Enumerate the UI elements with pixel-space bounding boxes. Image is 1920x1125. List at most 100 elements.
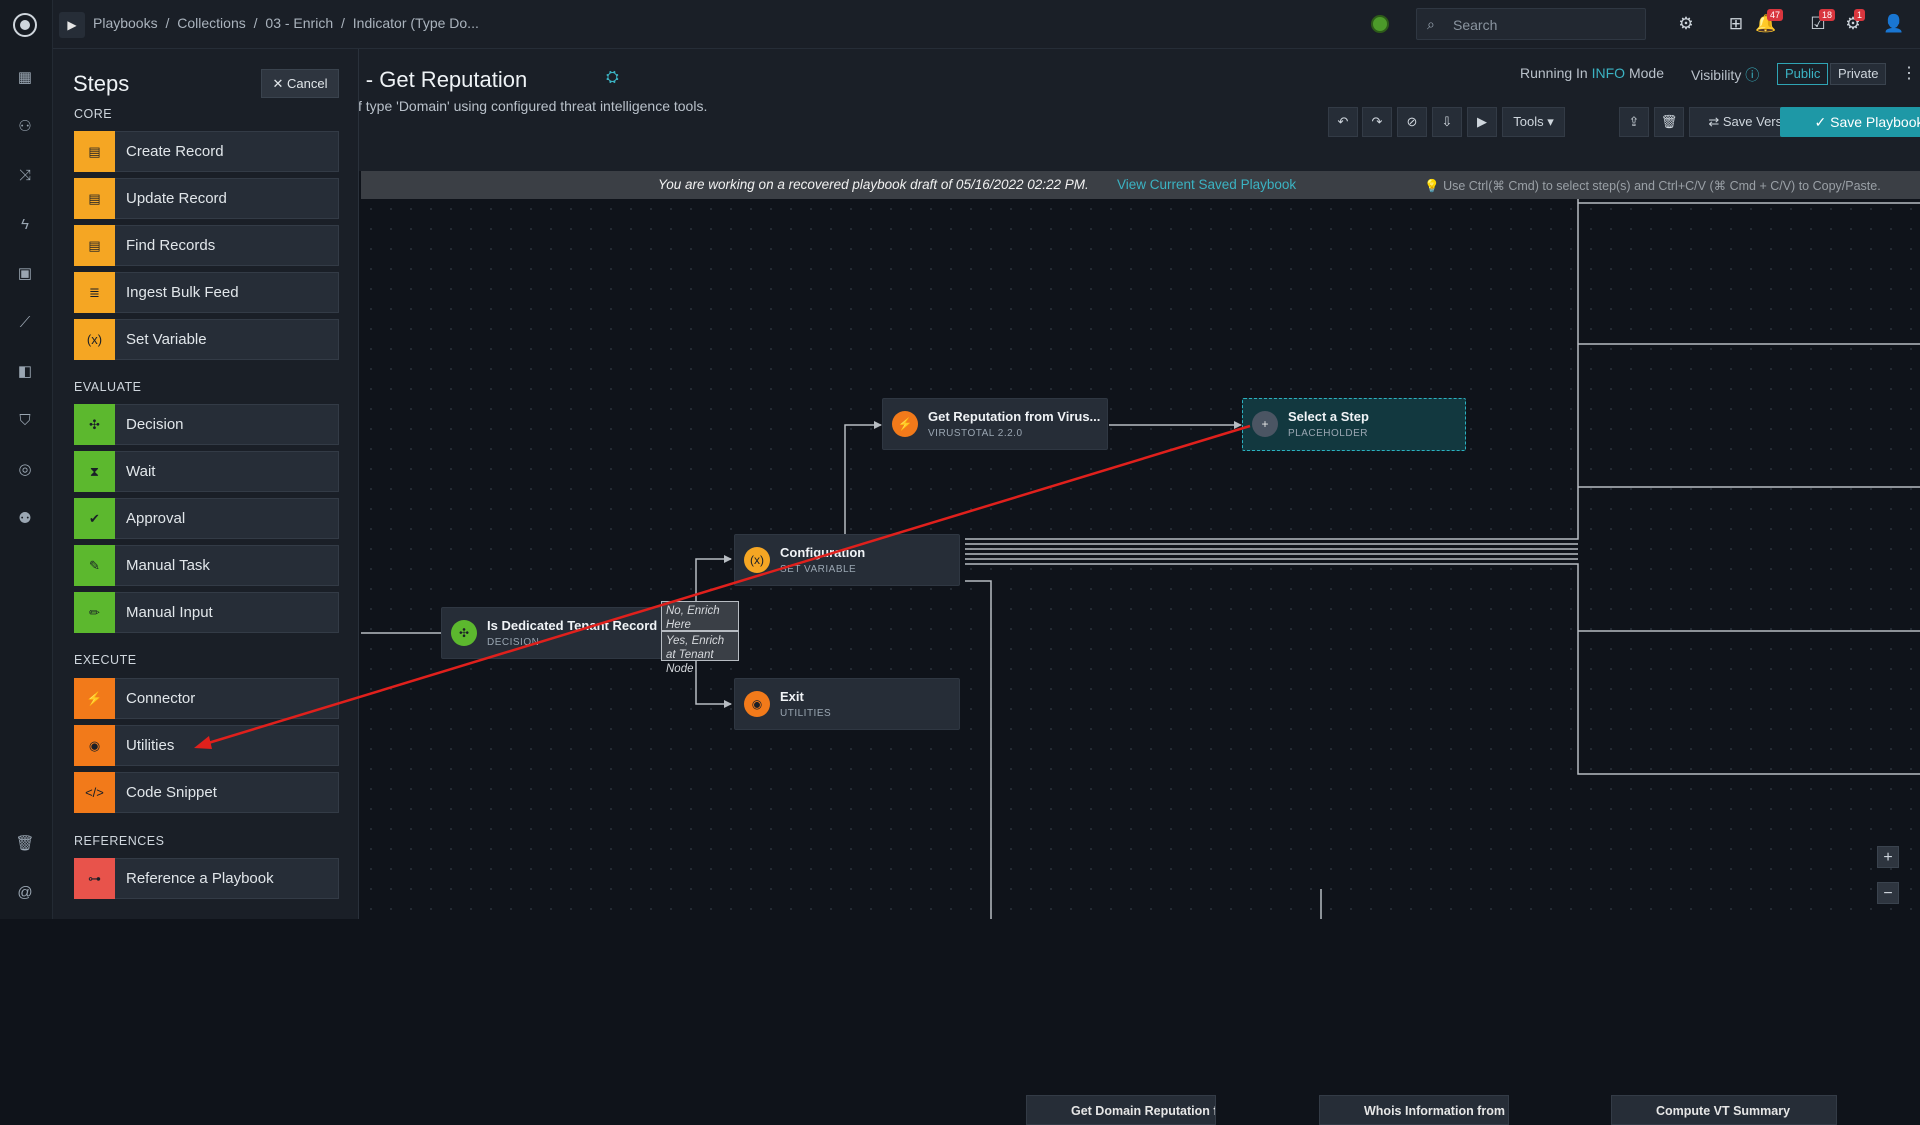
visibility-public-button[interactable]: Public — [1777, 63, 1829, 85]
pencil-icon: ✏ — [74, 592, 115, 633]
breadcrumb-separator: / — [165, 15, 170, 31]
node-exit-sub: UTILITIES — [780, 708, 832, 719]
save-playbook-button[interactable]: ✓ Save Playbook — [1780, 107, 1920, 137]
align-icon[interactable]: ⇩ — [1432, 107, 1462, 137]
step-manual-task[interactable]: ✎ Manual Task — [74, 545, 339, 586]
lightbulb-icon: 💡 — [1424, 179, 1440, 193]
visibility-private-button[interactable]: Private — [1830, 63, 1887, 85]
hide-icon[interactable]: ⊘ — [1397, 107, 1427, 137]
step-label: Set Variable — [126, 331, 207, 348]
step-decision[interactable]: ✣ Decision — [74, 404, 339, 445]
delete-icon[interactable]: 🗑 — [1654, 107, 1684, 137]
node-decision-sub: DECISION — [487, 637, 540, 648]
section-references: REFERENCES — [74, 834, 165, 848]
step-label: Utilities — [126, 737, 175, 754]
search-icon: ⌕ — [1427, 16, 1435, 32]
zoom-out-icon[interactable]: − — [1877, 882, 1899, 904]
condition-yes[interactable]: Yes, Enrich at Tenant Node — [661, 631, 739, 675]
network-icon[interactable]: ◎ — [15, 460, 35, 480]
tasks-icon[interactable]: ☑ 18 — [1807, 9, 1836, 35]
node-configuration[interactable]: (x) Configuration SET VARIABLE — [734, 534, 960, 586]
users-icon[interactable]: ⚉ — [15, 509, 35, 529]
section-evaluate: EVALUATE — [74, 380, 142, 394]
node-whois-information[interactable]: Whois Information from VT... — [1319, 1095, 1509, 1125]
tools-dropdown[interactable]: Tools ▾ — [1502, 107, 1565, 137]
variable-icon: (x) — [744, 547, 770, 573]
copy-paste-tip-text: Use Ctrl(⌘ Cmd) to select step(s) and Ct… — [1443, 179, 1881, 193]
search-box[interactable]: ⌕ — [1416, 8, 1646, 40]
account-icon[interactable]: @ — [15, 883, 35, 903]
breadcrumb: Playbooks / Collections / 03 - Enrich / … — [93, 15, 483, 31]
draft-notice-bar: You are working on a recovered playbook … — [361, 171, 1920, 199]
node-compute-vt-summary[interactable]: Compute VT Summary — [1611, 1095, 1837, 1125]
user-profile-icon[interactable]: 👤 — [1883, 13, 1905, 35]
playbooks-icon[interactable]: ϟ — [15, 215, 35, 235]
playbook-canvas[interactable]: ✣ Is Dedicated Tenant Record DECISION No… — [361, 199, 1920, 1125]
info-icon[interactable]: ⓘ — [1745, 67, 1759, 83]
hierarchy-icon[interactable]: ⊞ — [1725, 13, 1747, 35]
step-label: Find Records — [126, 237, 216, 254]
step-connector[interactable]: ⚡ Connector — [74, 678, 339, 719]
undo-icon[interactable]: ↶ — [1328, 107, 1358, 137]
notifications-bell-icon[interactable]: 🔔 47 — [1755, 9, 1784, 35]
step-manual-input[interactable]: ✏ Manual Input — [74, 592, 339, 633]
breadcrumb-playbooks[interactable]: Playbooks — [93, 15, 158, 31]
redo-icon[interactable]: ↷ — [1362, 107, 1392, 137]
reports-icon[interactable]: ⟋ — [15, 313, 35, 333]
security-icon[interactable]: ⛉ — [15, 411, 35, 431]
step-set-variable[interactable]: (x) Set Variable — [74, 319, 339, 360]
node-virustotal[interactable]: ⚡ Get Reputation from Virus... VIRUSTOTA… — [882, 398, 1108, 450]
settings-gear-icon[interactable]: ⚙ — [1675, 13, 1697, 35]
utilities-icon: ◉ — [74, 725, 115, 766]
node-exit[interactable]: ◉ Exit UTILITIES — [734, 678, 960, 730]
run-icon[interactable]: ▶ — [1467, 107, 1497, 137]
playbook-type-icon: ⛭ — [606, 69, 619, 86]
condition-no[interactable]: No, Enrich Here — [661, 601, 739, 631]
step-approval[interactable]: ✔ Approval — [74, 498, 339, 539]
step-update-record[interactable]: ▤ Update Record — [74, 178, 339, 219]
node-placeholder[interactable]: + Select a Step PLACEHOLDER — [1242, 398, 1466, 451]
step-create-record[interactable]: ▤ Create Record — [74, 131, 339, 172]
resources-icon[interactable]: ▣ — [15, 264, 35, 284]
breadcrumb-collections[interactable]: Collections — [177, 15, 245, 31]
node-placeholder-title: Select a Step — [1288, 409, 1369, 424]
step-wait[interactable]: ⧗ Wait — [74, 451, 339, 492]
decision-icon: ✣ — [451, 620, 477, 646]
edit-task-icon: ✎ — [74, 545, 115, 586]
play-icon[interactable]: ▶ — [59, 12, 85, 38]
app-logo-icon[interactable] — [13, 13, 37, 37]
node-get-domain-reputation[interactable]: Get Domain Reputation fr... — [1026, 1095, 1216, 1125]
trash-icon[interactable]: 🗑 — [15, 834, 35, 854]
queue-icon[interactable]: ⚙ 1 — [1842, 9, 1866, 35]
zoom-in-icon[interactable]: + — [1877, 846, 1899, 868]
save-playbook-label: Save Playbook — [1830, 114, 1920, 130]
system-status-icon[interactable] — [1371, 15, 1389, 33]
search-input[interactable] — [1453, 15, 1633, 35]
incidents-icon[interactable]: ⚇ — [15, 117, 35, 137]
variable-icon: (x) — [74, 319, 115, 360]
export-icon[interactable]: ⇪ — [1619, 107, 1649, 137]
automation-icon[interactable]: ⤨ — [15, 166, 35, 186]
view-saved-playbook-link[interactable]: View Current Saved Playbook — [1117, 177, 1296, 192]
step-code-snippet[interactable]: </> Code Snippet — [74, 772, 339, 813]
cancel-button[interactable]: ✕ Cancel — [261, 69, 339, 98]
node-decision[interactable]: ✣ Is Dedicated Tenant Record DECISION — [441, 607, 674, 659]
top-bar: ▶ Playbooks / Collections / 03 - Enrich … — [53, 0, 1920, 49]
step-find-records[interactable]: ▤ Find Records — [74, 225, 339, 266]
running-mode-prefix: Running In — [1520, 65, 1588, 81]
step-label: Create Record — [126, 143, 224, 160]
step-utilities[interactable]: ◉ Utilities — [74, 725, 339, 766]
update-record-icon: ▤ — [74, 178, 115, 219]
running-mode-level[interactable]: INFO — [1592, 65, 1625, 81]
step-ingest-bulk-feed[interactable]: ≣ Ingest Bulk Feed — [74, 272, 339, 313]
node-configuration-sub: SET VARIABLE — [780, 564, 857, 575]
step-label: Manual Task — [126, 557, 210, 574]
step-label: Manual Input — [126, 604, 213, 621]
more-options-icon[interactable]: ⋮ — [1901, 63, 1917, 83]
dashboard-icon[interactable]: ▦ — [15, 68, 35, 88]
breadcrumb-enrich[interactable]: 03 - Enrich — [265, 15, 333, 31]
content-hub-icon[interactable]: ◧ — [15, 362, 35, 382]
step-reference-playbook[interactable]: ⊶ Reference a Playbook — [74, 858, 339, 899]
playbook-reference-icon: ⊶ — [74, 858, 115, 899]
database-icon: ≣ — [74, 272, 115, 313]
